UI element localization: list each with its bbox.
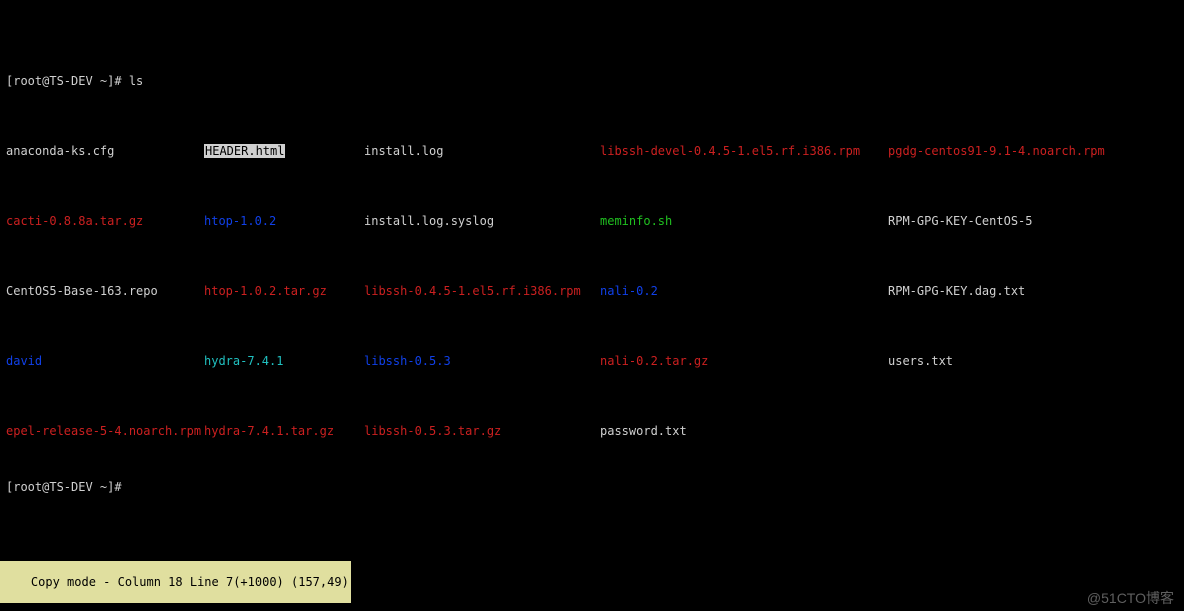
file-name: david bbox=[6, 354, 42, 368]
prompt-line[interactable]: [root@TS-DEV ~]# bbox=[6, 480, 1178, 494]
prompt-text: [root@TS-DEV ~]# bbox=[6, 480, 129, 494]
file-name: password.txt bbox=[600, 424, 687, 438]
file-name: libssh-0.5.3.tar.gz bbox=[364, 424, 501, 438]
prompt-line: [root@TS-DEV ~]# ls bbox=[6, 74, 1178, 88]
file-name: RPM-GPG-KEY-CentOS-5 bbox=[888, 214, 1033, 228]
terminal-content: [root@TS-DEV ~]# ls anaconda-ks.cfg HEAD… bbox=[0, 28, 1184, 522]
file-name: users.txt bbox=[888, 354, 953, 368]
file-entry: nali-0.2.tar.gz bbox=[600, 354, 888, 368]
file-name: libssh-devel-0.4.5-1.el5.rf.i386.rpm bbox=[600, 144, 860, 158]
file-name: libssh-0.4.5-1.el5.rf.i386.rpm bbox=[364, 284, 581, 298]
prompt-text: [root@TS-DEV ~]# ls bbox=[6, 74, 143, 88]
file-entry: password.txt bbox=[600, 424, 888, 438]
file-entry: CentOS5-Base-163.repo bbox=[6, 284, 204, 298]
file-entry: hydra-7.4.1.tar.gz bbox=[204, 424, 364, 438]
file-entry: HEADER.html bbox=[204, 144, 364, 158]
file-entry: RPM-GPG-KEY.dag.txt bbox=[888, 284, 1025, 298]
file-entry: libssh-0.5.3 bbox=[364, 354, 600, 368]
watermark-text: @51CTO博客 bbox=[1087, 591, 1174, 605]
file-entry: RPM-GPG-KEY-CentOS-5 bbox=[888, 214, 1033, 228]
copy-mode-statusbar: Copy mode - Column 18 Line 7(+1000) (157… bbox=[0, 561, 351, 603]
file-name: hydra-7.4.1 bbox=[204, 354, 283, 368]
file-entry: meminfo.sh bbox=[600, 214, 888, 228]
file-entry: pgdg-centos91-9.1-4.noarch.rpm bbox=[888, 144, 1105, 158]
file-name: install.log.syslog bbox=[364, 214, 494, 228]
file-name: anaconda-ks.cfg bbox=[6, 144, 114, 158]
terminal-window[interactable]: [root@TS-DEV ~]# ls anaconda-ks.cfg HEAD… bbox=[0, 0, 1184, 611]
file-name: install.log bbox=[364, 144, 443, 158]
statusbar-text: Copy mode - Column 18 Line 7(+1000) (157… bbox=[31, 575, 349, 589]
file-name: htop-1.0.2.tar.gz bbox=[204, 284, 327, 298]
file-entry: david bbox=[6, 354, 204, 368]
file-entry: install.log.syslog bbox=[364, 214, 600, 228]
file-name: hydra-7.4.1.tar.gz bbox=[204, 424, 334, 438]
file-entry: htop-1.0.2.tar.gz bbox=[204, 284, 364, 298]
file-name: cacti-0.8.8a.tar.gz bbox=[6, 214, 143, 228]
file-name: pgdg-centos91-9.1-4.noarch.rpm bbox=[888, 144, 1105, 158]
file-entry: htop-1.0.2 bbox=[204, 214, 364, 228]
listing-row: epel-release-5-4.noarch.rpm hydra-7.4.1.… bbox=[6, 424, 1178, 438]
file-name: htop-1.0.2 bbox=[204, 214, 276, 228]
file-name: CentOS5-Base-163.repo bbox=[6, 284, 158, 298]
file-name: epel-release-5-4.noarch.rpm bbox=[6, 424, 201, 438]
file-entry: users.txt bbox=[888, 354, 953, 368]
file-name: meminfo.sh bbox=[600, 214, 672, 228]
listing-row: anaconda-ks.cfg HEADER.html install.log … bbox=[6, 144, 1178, 158]
file-name: RPM-GPG-KEY.dag.txt bbox=[888, 284, 1025, 298]
listing-row: cacti-0.8.8a.tar.gz htop-1.0.2 install.l… bbox=[6, 214, 1178, 228]
file-entry: nali-0.2 bbox=[600, 284, 888, 298]
file-name: nali-0.2.tar.gz bbox=[600, 354, 708, 368]
file-name-selected: HEADER.html bbox=[204, 144, 285, 158]
file-entry: hydra-7.4.1 bbox=[204, 354, 364, 368]
file-entry: install.log bbox=[364, 144, 600, 158]
file-entry: epel-release-5-4.noarch.rpm bbox=[6, 424, 204, 438]
file-entry: anaconda-ks.cfg bbox=[6, 144, 204, 158]
file-entry: libssh-devel-0.4.5-1.el5.rf.i386.rpm bbox=[600, 144, 888, 158]
file-entry: cacti-0.8.8a.tar.gz bbox=[6, 214, 204, 228]
file-entry: libssh-0.4.5-1.el5.rf.i386.rpm bbox=[364, 284, 600, 298]
file-entry: libssh-0.5.3.tar.gz bbox=[364, 424, 600, 438]
listing-row: david hydra-7.4.1 libssh-0.5.3 nali-0.2.… bbox=[6, 354, 1178, 368]
file-name: nali-0.2 bbox=[600, 284, 658, 298]
listing-row: CentOS5-Base-163.repo htop-1.0.2.tar.gz … bbox=[6, 284, 1178, 298]
file-name: libssh-0.5.3 bbox=[364, 354, 451, 368]
